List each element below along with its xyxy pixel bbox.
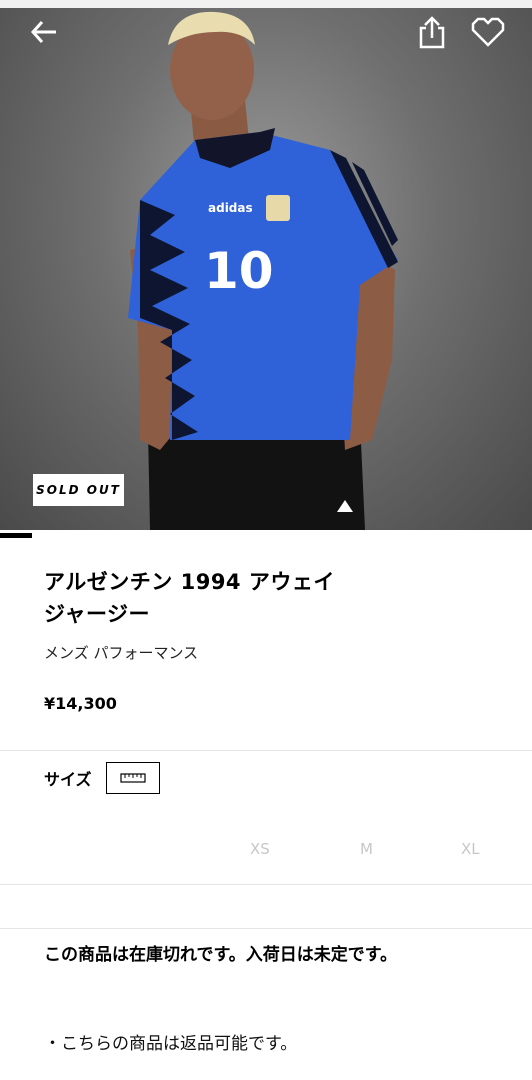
product-title-line1: アルゼンチン 1994 アウェイ (44, 570, 335, 594)
divider (0, 884, 532, 885)
size-header: サイズ (44, 762, 160, 794)
heart-icon (471, 17, 505, 47)
size-label: サイズ (44, 770, 92, 789)
arrow-left-icon (30, 20, 56, 44)
product-title-line2: ジャージー (44, 602, 151, 626)
jersey-brand: adidas (208, 201, 253, 215)
product-price: ¥14,300 (44, 694, 117, 713)
model-illustration: 10 adidas (128, 11, 398, 530)
ruler-icon (119, 773, 146, 783)
return-policy-note: ・こちらの商品は返品可能です。 (44, 1034, 298, 1054)
out-of-stock-message: この商品は在庫切れです。入荷日は未定です。 (44, 945, 398, 965)
size-option-m[interactable]: M (360, 840, 373, 858)
sold-out-badge: SOLD OUT (33, 474, 124, 506)
size-guide-button[interactable] (105, 762, 160, 794)
share-icon (419, 16, 445, 49)
divider (0, 750, 532, 751)
size-option-xs[interactable]: XS (250, 840, 270, 858)
divider (0, 928, 532, 929)
product-title: アルゼンチン 1994 アウェイ ジャージー (44, 566, 484, 630)
product-info: アルゼンチン 1994 アウェイ ジャージー メンズ パフォーマンス ¥14,3… (44, 566, 484, 713)
favorite-button[interactable] (468, 12, 508, 52)
product-category: メンズ パフォーマンス (44, 644, 199, 662)
back-button[interactable] (24, 12, 64, 52)
product-image[interactable]: 10 adidas SOLD OUT (0, 0, 532, 530)
share-button[interactable] (412, 12, 452, 52)
gallery-indicator (0, 533, 32, 538)
jersey-number: 10 (204, 242, 274, 300)
size-option-xl[interactable]: XL (461, 840, 480, 858)
